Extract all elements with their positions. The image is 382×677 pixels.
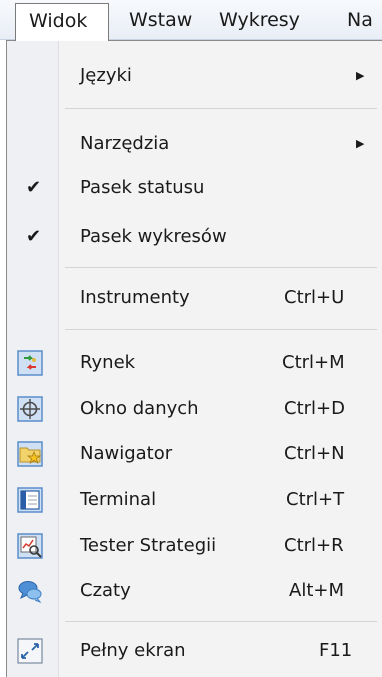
menu-item-strategy-tester[interactable]: Tester Strategii Ctrl+R: [7, 526, 377, 566]
menu-item-label: Pasek statusu: [80, 177, 205, 198]
menubar-item-wstaw[interactable]: Wstaw: [129, 0, 192, 40]
menu-item-label: Pasek wykresów: [80, 226, 227, 247]
chat-bubbles-icon: [17, 578, 43, 604]
menu-item-label: Rynek: [80, 352, 136, 373]
menu-separator: [65, 267, 377, 268]
checkmark-icon: ✔: [26, 226, 42, 247]
view-menu-screenshot: Widok Wstaw Wykresy Na Języki ▶ Narzędzi…: [0, 0, 382, 677]
menu-item-label: Instrumenty: [80, 287, 190, 308]
menu-item-shortcut: Ctrl+N: [284, 443, 345, 464]
menu-item-label: Narzędzia: [80, 133, 170, 154]
menu-item-shortcut: Ctrl+T: [286, 489, 345, 510]
crosshair-icon: [17, 396, 43, 422]
view-dropdown-menu: Języki ▶ Narzędzia ▶ ✔ Pasek statusu ✔ P…: [6, 40, 382, 677]
menubar-item-wykresy[interactable]: Wykresy: [219, 0, 300, 40]
menu-item-languages[interactable]: Języki ▶: [7, 56, 377, 96]
menu-item-label: Czaty: [80, 580, 131, 601]
menu-item-shortcut: Alt+M: [289, 580, 344, 601]
menu-item-terminal[interactable]: Terminal Ctrl+T: [7, 480, 377, 520]
menu-bar: Widok Wstaw Wykresy Na: [0, 0, 382, 41]
menu-item-instruments[interactable]: Instrumenty Ctrl+U: [7, 278, 377, 318]
menu-item-shortcut: Ctrl+R: [284, 535, 344, 556]
menu-item-shortcut: F11: [319, 640, 353, 661]
checkmark-icon: ✔: [26, 177, 42, 198]
menu-item-label: Okno danych: [80, 398, 199, 419]
menubar-item-widok[interactable]: Widok: [15, 3, 109, 41]
menu-separator: [65, 329, 377, 330]
menu-item-data-window[interactable]: Okno danych Ctrl+D: [7, 389, 377, 429]
market-watch-icon: [17, 350, 43, 376]
fullscreen-arrows-icon: [17, 638, 43, 664]
menu-item-chats[interactable]: Czaty Alt+M: [7, 571, 377, 611]
menu-item-shortcut: Ctrl+D: [284, 398, 345, 419]
submenu-arrow-icon: ▶: [356, 69, 365, 82]
navigator-folder-star-icon: [17, 441, 43, 467]
menu-item-shortcut: Ctrl+U: [284, 287, 345, 308]
terminal-window-icon: [17, 487, 43, 513]
menu-item-market[interactable]: Rynek Ctrl+M: [7, 343, 377, 383]
menu-item-shortcut: Ctrl+M: [282, 352, 345, 373]
menu-item-label: Tester Strategii: [80, 535, 217, 556]
strategy-tester-icon: [17, 533, 43, 559]
menu-item-navigator[interactable]: Nawigator Ctrl+N: [7, 434, 377, 474]
menu-item-tools[interactable]: Narzędzia ▶: [7, 124, 377, 164]
menu-item-charts-bar[interactable]: ✔ Pasek wykresów: [7, 217, 377, 257]
menu-separator: [65, 621, 377, 622]
menu-item-label: Nawigator: [80, 443, 173, 464]
submenu-arrow-icon: ▶: [356, 137, 365, 150]
menu-item-full-screen[interactable]: Pełny ekran F11: [7, 631, 377, 671]
menu-item-label: Pełny ekran: [80, 640, 186, 661]
menubar-item-na[interactable]: Na: [347, 0, 373, 40]
menu-item-label: Języki: [80, 65, 132, 86]
menu-separator: [65, 108, 377, 109]
menu-item-label: Terminal: [80, 489, 157, 510]
menu-item-status-bar[interactable]: ✔ Pasek statusu: [7, 168, 377, 208]
